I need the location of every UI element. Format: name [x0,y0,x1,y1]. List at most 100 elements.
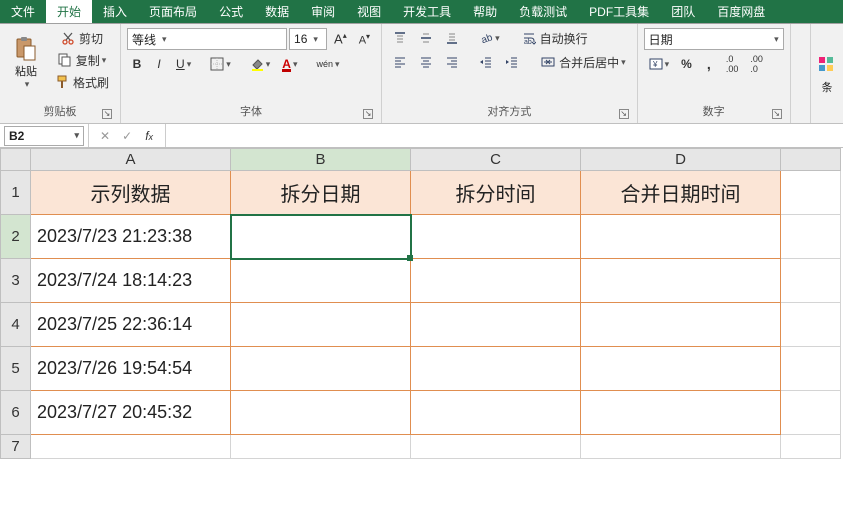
accounting-format-button[interactable]: ¥ [644,54,675,74]
row-header-5[interactable]: 5 [1,347,31,391]
decrease-font-button[interactable]: A▾ [354,29,375,49]
cell-D6[interactable] [581,391,781,435]
alignment-launcher[interactable]: ↘ [619,109,629,119]
name-box[interactable]: B2▾ [4,126,84,146]
cut-button[interactable]: 剪切 [50,28,114,48]
align-center-button[interactable] [414,52,438,72]
cell-A3[interactable]: 2023/7/24 18:14:23 [31,259,231,303]
tab-file[interactable]: 文件 [0,0,46,23]
number-format-select[interactable]: 日期▾ [644,28,784,50]
col-header-D[interactable]: D [581,149,781,171]
col-header-B[interactable]: B [231,149,411,171]
cell-A4[interactable]: 2023/7/25 22:36:14 [31,303,231,347]
cell-B2[interactable] [231,215,411,259]
cell-E6[interactable] [781,391,841,435]
decrease-decimal-button[interactable]: .00.0 [745,54,768,74]
enter-formula-button[interactable]: ✓ [117,126,137,146]
worksheet-grid[interactable]: A B C D 1 示列数据 拆分日期 拆分时间 合并日期时间 2 2023/7… [0,148,843,526]
tab-team[interactable]: 团队 [660,0,706,23]
tab-developer[interactable]: 开发工具 [392,0,462,23]
font-color-button[interactable]: A [277,54,302,74]
orientation-button[interactable]: ab [474,28,505,48]
row-header-2[interactable]: 2 [1,215,31,259]
cell-E7[interactable] [781,435,841,459]
select-all-corner[interactable] [1,149,31,171]
align-left-button[interactable] [388,52,412,72]
font-name-select[interactable]: 等线▾ [127,28,287,50]
cell-C7[interactable] [411,435,581,459]
cell-B3[interactable] [231,259,411,303]
decrease-indent-button[interactable] [474,52,498,72]
font-size-select[interactable]: 16▾ [289,28,327,50]
clipboard-launcher[interactable]: ↘ [102,109,112,119]
italic-button[interactable]: I [149,54,169,74]
cell-B7[interactable] [231,435,411,459]
insert-function-button[interactable]: fx [139,126,159,146]
formula-input[interactable] [166,126,843,146]
col-header-A[interactable]: A [31,149,231,171]
fill-color-button[interactable] [245,54,276,74]
font-launcher[interactable]: ↘ [363,109,373,119]
cell-B5[interactable] [231,347,411,391]
cell-A6[interactable]: 2023/7/27 20:45:32 [31,391,231,435]
cell-D5[interactable] [581,347,781,391]
tab-data[interactable]: 数据 [254,0,300,23]
copy-button[interactable]: 复制 [50,50,114,70]
row-header-4[interactable]: 4 [1,303,31,347]
cell-D2[interactable] [581,215,781,259]
phonetic-guide-button[interactable]: wén [311,54,344,74]
increase-indent-button[interactable] [500,52,524,72]
cell-D4[interactable] [581,303,781,347]
increase-decimal-button[interactable]: .0.00 [721,54,744,74]
format-painter-button[interactable]: 格式刷 [50,72,114,92]
cell-A2[interactable]: 2023/7/23 21:23:38 [31,215,231,259]
row-header-1[interactable]: 1 [1,171,31,215]
borders-button[interactable] [205,54,236,74]
underline-button[interactable]: U [171,54,196,74]
tab-page-layout[interactable]: 页面布局 [138,0,208,23]
tab-insert[interactable]: 插入 [92,0,138,23]
row-header-7[interactable]: 7 [1,435,31,459]
tab-baidu-netdisk[interactable]: 百度网盘 [706,0,776,23]
cell-A5[interactable]: 2023/7/26 19:54:54 [31,347,231,391]
cell-C6[interactable] [411,391,581,435]
cell-D1[interactable]: 合并日期时间 [581,171,781,215]
cancel-formula-button[interactable]: ✕ [95,126,115,146]
row-header-6[interactable]: 6 [1,391,31,435]
cell-C3[interactable] [411,259,581,303]
conditional-format-button[interactable]: 条 [813,39,841,109]
cell-B6[interactable] [231,391,411,435]
col-header-C[interactable]: C [411,149,581,171]
cell-C5[interactable] [411,347,581,391]
cell-D7[interactable] [581,435,781,459]
cell-B1[interactable]: 拆分日期 [231,171,411,215]
align-bottom-button[interactable] [440,28,464,48]
cell-E2[interactable] [781,215,841,259]
increase-font-button[interactable]: A▴ [329,29,352,49]
align-top-button[interactable] [388,28,412,48]
cell-C2[interactable] [411,215,581,259]
cell-E4[interactable] [781,303,841,347]
bold-button[interactable]: B [127,54,147,74]
cell-C4[interactable] [411,303,581,347]
number-launcher[interactable]: ↘ [772,109,782,119]
paste-button[interactable]: 粘贴 [6,28,46,98]
tab-help[interactable]: 帮助 [462,0,508,23]
comma-style-button[interactable]: , [699,54,719,74]
tab-load-test[interactable]: 负载测试 [508,0,578,23]
cell-E5[interactable] [781,347,841,391]
tab-home[interactable]: 开始 [46,0,92,23]
cell-A7[interactable] [31,435,231,459]
cell-C1[interactable]: 拆分时间 [411,171,581,215]
cell-B4[interactable] [231,303,411,347]
tab-pdf-tools[interactable]: PDF工具集 [578,0,660,23]
tab-view[interactable]: 视图 [346,0,392,23]
align-middle-button[interactable] [414,28,438,48]
tab-review[interactable]: 审阅 [300,0,346,23]
merge-center-button[interactable]: 合并后居中 [536,52,631,72]
row-header-3[interactable]: 3 [1,259,31,303]
cell-E3[interactable] [781,259,841,303]
wrap-text-button[interactable]: ab 自动换行 [517,28,593,48]
col-header-E[interactable] [781,149,841,171]
cell-A1[interactable]: 示列数据 [31,171,231,215]
